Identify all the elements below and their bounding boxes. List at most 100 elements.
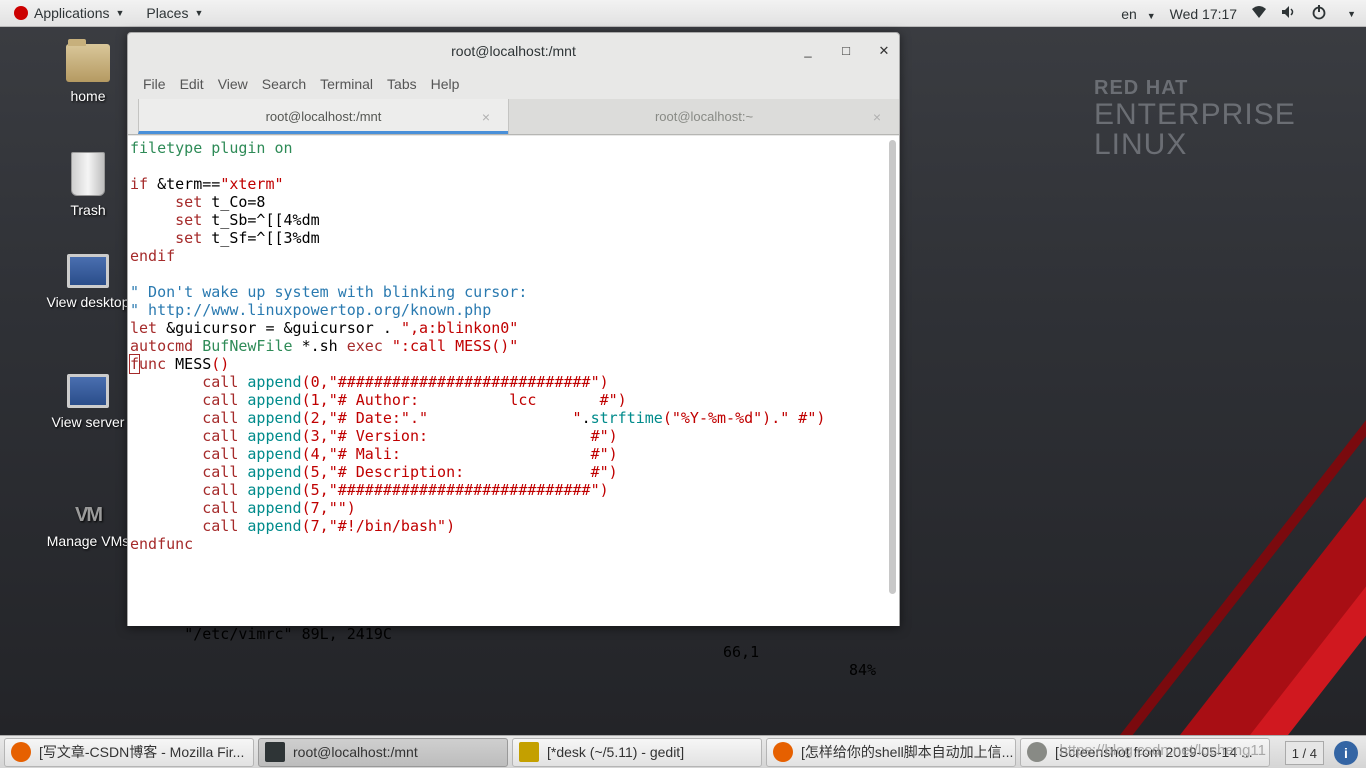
desktop-icon-label: View server (51, 414, 125, 430)
code-token: ) (617, 391, 627, 409)
desktop-icon-home[interactable]: home (43, 39, 133, 104)
folder-icon (66, 39, 110, 82)
vm-logo-icon: VM (75, 504, 103, 526)
applications-menu[interactable]: Applications ▼ (0, 0, 130, 27)
code-token: &guicursor = &guicursor . (157, 319, 401, 337)
branding-line3: LINUX (1094, 128, 1188, 161)
code-token: "############################" (328, 481, 600, 499)
language-selector[interactable]: en ▼ (1121, 6, 1155, 22)
menu-edit[interactable]: Edit (173, 76, 211, 92)
tab-mnt[interactable]: root@localhost:/mnt × (138, 99, 508, 134)
caret-down-icon: ▼ (194, 8, 204, 18)
code-token: append (247, 517, 302, 535)
scrollbar[interactable] (889, 140, 896, 624)
code-token: append (247, 481, 302, 499)
code-token: t_Sf=^[[3%dm (202, 229, 320, 247)
vim-line: autocmd BufNewFile *.sh exec ":call MESS… (130, 337, 825, 355)
window-title: root@localhost:/mnt (451, 43, 576, 59)
code-token: ":call MESS()" (391, 337, 519, 355)
menu-view[interactable]: View (211, 76, 255, 92)
vim-line: set t_Co=8 (130, 193, 825, 211)
desktop-icon-trash[interactable]: Trash (43, 152, 133, 218)
places-menu[interactable]: Places ▼ (140, 0, 209, 27)
code-token: (1, (301, 391, 329, 409)
scrollbar-thumb[interactable] (889, 140, 896, 594)
code-token: t_Co=8 (202, 193, 266, 211)
vim-line: let &guicursor = &guicursor . ",a:blinko… (130, 319, 825, 337)
tab-home[interactable]: root@localhost:~ × (508, 99, 899, 134)
code-token: " Don't wake up system with blinking cur… (130, 283, 528, 301)
desktop-icon-view-server[interactable]: View server (43, 374, 133, 430)
vim-line: set t_Sb=^[[4%dm (130, 211, 825, 229)
code-token: call (202, 517, 239, 535)
task-firefox-csdn[interactable]: [写文章-CSDN博客 - Mozilla Fir... (4, 737, 254, 767)
volume-icon[interactable] (1281, 5, 1297, 22)
code-token: f (128, 354, 141, 374)
task-firefox-shell[interactable]: [怎样给你的shell脚本自动加上信... (766, 737, 1016, 767)
code-token: "# Date:"." " (328, 409, 582, 427)
vim-line: call append(5,"#########################… (130, 481, 825, 499)
window-controls: _ □ ✕ (801, 33, 891, 69)
code-token: "#!/bin/bash" (328, 517, 447, 535)
code-token: (2, (301, 409, 329, 427)
firefox-icon (11, 742, 31, 762)
tab-close-button[interactable]: × (873, 99, 881, 135)
status-percent: 84% (849, 661, 877, 679)
applications-label: Applications (34, 5, 110, 21)
desktop-icon-view-desktop[interactable]: View desktop (43, 254, 133, 310)
menu-file[interactable]: File (136, 76, 173, 92)
menu-search[interactable]: Search (255, 76, 313, 92)
trash-icon (71, 152, 105, 196)
code-token: "# Author: lcc #" (328, 391, 618, 409)
vim-line: if &term=="xterm" (130, 175, 825, 193)
code-token: set (175, 229, 203, 247)
code-token: (7, (301, 517, 329, 535)
desktop-icon-manage-vms[interactable]: VM Manage VMs (43, 504, 133, 549)
screenshot-icon (1027, 742, 1047, 762)
minimize-button[interactable]: _ (801, 33, 815, 69)
info-icon[interactable]: i (1334, 741, 1358, 765)
caret-down-icon[interactable]: ▼ (1347, 9, 1356, 19)
code-token: . (581, 409, 591, 427)
window-titlebar[interactable]: root@localhost:/mnt _ □ ✕ (128, 33, 899, 69)
clock[interactable]: Wed 17:17 (1170, 6, 1237, 22)
code-token: (5, (301, 481, 329, 499)
close-button[interactable]: ✕ (877, 33, 891, 69)
terminal-content[interactable]: filetype plugin on if &term=="xterm" set … (128, 136, 899, 679)
code-token: filetype plugin on (130, 139, 293, 157)
vim-line: filetype plugin on (130, 139, 825, 157)
code-token: "xterm" (220, 175, 284, 193)
code-token: BufNewFile (202, 337, 293, 355)
caret-down-icon: ▼ (115, 8, 125, 18)
language-label: en (1121, 5, 1137, 22)
top-panel-status: en ▼ Wed 17:17 ▼ (1121, 0, 1356, 27)
vim-line: endfunc (130, 535, 825, 553)
menu-tabs[interactable]: Tabs (380, 76, 424, 92)
code-token: ) (599, 481, 609, 499)
watermark: https://blog.csdn.net/lucheng11 (1059, 742, 1266, 759)
vim-line (130, 265, 825, 283)
tab-close-button[interactable]: × (482, 99, 490, 135)
status-position: 66,1 (723, 643, 760, 661)
desktop-icon-label: View desktop (46, 294, 130, 310)
workspace-switcher[interactable]: 1 / 4 (1284, 741, 1324, 765)
code-token: call (202, 427, 239, 445)
code-token: call (202, 481, 239, 499)
task-terminal[interactable]: root@localhost:/mnt (258, 737, 508, 767)
power-icon[interactable] (1311, 4, 1327, 23)
tab-label: root@localhost:/mnt (265, 109, 382, 124)
code-token: call (202, 463, 239, 481)
terminal-window: root@localhost:/mnt _ □ ✕ File Edit View… (127, 32, 900, 679)
wifi-icon[interactable] (1251, 5, 1267, 22)
vim-line: func MESS() (128, 354, 825, 374)
code-token: set (175, 211, 203, 229)
menu-help[interactable]: Help (424, 76, 467, 92)
task-gedit[interactable]: [*desk (~/5.11) - gedit] (512, 737, 762, 767)
code-token: &term== (148, 175, 221, 193)
top-panel: Applications ▼ Places ▼ en ▼ Wed 17:17 ▼ (0, 0, 1366, 27)
menu-terminal[interactable]: Terminal (313, 76, 380, 92)
maximize-button[interactable]: □ (839, 33, 853, 69)
code-token: (4, (301, 445, 329, 463)
